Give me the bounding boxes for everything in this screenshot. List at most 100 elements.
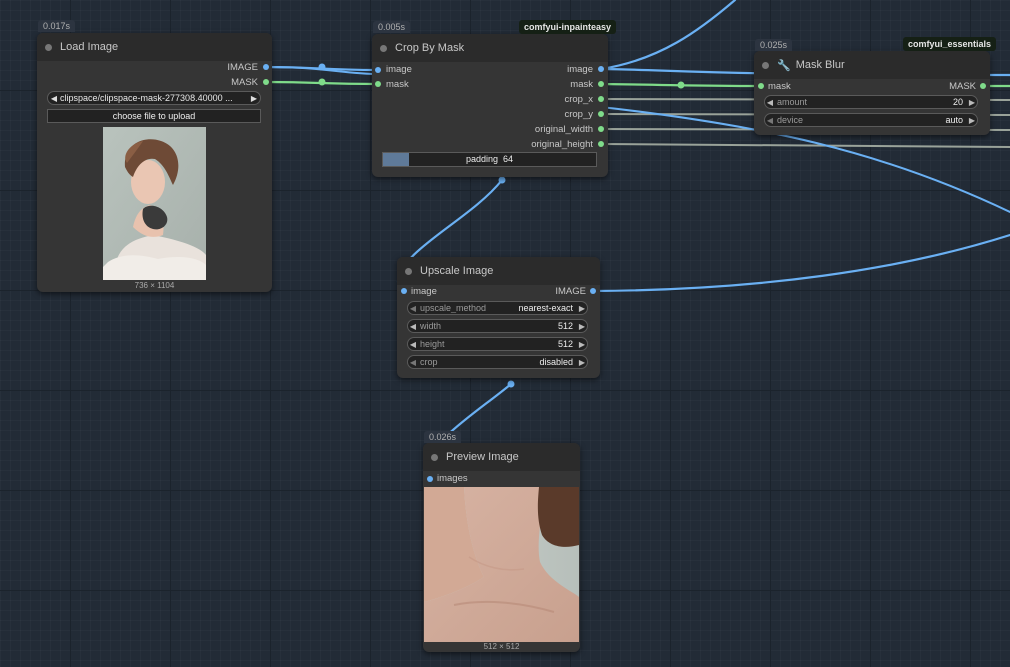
mask-blur-pack-badge: comfyui_essentials: [903, 37, 997, 51]
preview-header[interactable]: Preview Image: [423, 443, 580, 471]
input-mask-label: mask: [386, 79, 409, 90]
output-image-label: IMAGE: [555, 286, 586, 297]
crop-timing: 0.005s: [373, 21, 411, 33]
wire-crop-mask-to-blur: [599, 82, 761, 88]
decrement-arrow-icon[interactable]: ◀: [408, 340, 418, 349]
upload-button[interactable]: choose file to upload: [47, 109, 261, 123]
output-image-socket[interactable]: [263, 64, 269, 70]
amount-label: amount: [777, 97, 808, 107]
collapse-dot-icon[interactable]: [431, 453, 438, 461]
image-file-value: clipspace/clipspace-mask-277308.40000 ..…: [60, 93, 233, 103]
widget-label: width: [420, 321, 442, 331]
decrement-arrow-icon[interactable]: ◀: [408, 322, 418, 331]
increment-arrow-icon[interactable]: ▶: [967, 98, 977, 107]
device-label: device: [777, 115, 804, 125]
output-mask-socket[interactable]: [598, 81, 604, 87]
device-widget[interactable]: ◀ device auto ▶: [764, 113, 978, 127]
padding-slider[interactable]: padding 64: [382, 152, 597, 167]
output-original-width-label: original_width: [534, 124, 593, 135]
input-image-socket[interactable]: [401, 288, 407, 294]
output-original-height-label: original_height: [531, 139, 593, 150]
output-crop-x-label: crop_x: [564, 94, 593, 105]
preview-timing: 0.026s: [424, 431, 462, 443]
collapse-dot-icon[interactable]: [380, 44, 387, 52]
crop-pack-badge: comfyui-inpainteasy: [519, 20, 617, 34]
height-widget[interactable]: ◀ height 512 ▶: [407, 337, 588, 351]
wire-load-image-to-crop-image: [264, 65, 380, 72]
preview-image-node[interactable]: Preview Image images 512 × 512: [423, 443, 580, 652]
portrait-image: [103, 127, 206, 280]
next-arrow-icon[interactable]: ▶: [577, 358, 587, 367]
load-image-header[interactable]: Load Image: [37, 33, 272, 61]
widget-value: disabled: [539, 357, 573, 367]
amount-value: 20: [952, 97, 963, 107]
wire-original-height-out: [600, 143, 1010, 148]
wire-crop-image-out: [599, 0, 737, 71]
decrement-arrow-icon[interactable]: ◀: [765, 98, 775, 107]
preview-image-output: [424, 487, 579, 642]
output-original-width-socket[interactable]: [598, 126, 604, 132]
prev-arrow-icon[interactable]: ◀: [765, 116, 775, 125]
widget-value: nearest-exact: [518, 303, 573, 313]
padding-label: padding: [465, 154, 498, 164]
input-image-label: image: [411, 286, 437, 297]
widget-label: crop: [420, 357, 438, 367]
preview-dimensions: 512 × 512: [483, 642, 520, 651]
increment-arrow-icon[interactable]: ▶: [577, 322, 587, 331]
widget-label: height: [420, 339, 445, 349]
output-crop-x-socket[interactable]: [598, 96, 604, 102]
next-arrow-icon[interactable]: ▶: [967, 116, 977, 125]
output-image-socket[interactable]: [590, 288, 596, 294]
output-image-socket[interactable]: [598, 66, 604, 72]
output-mask-label: MASK: [231, 77, 258, 88]
input-image-socket[interactable]: [375, 67, 381, 73]
output-original-height-socket[interactable]: [598, 141, 604, 147]
cropped-neck-image: [424, 487, 579, 642]
prev-arrow-icon[interactable]: ◀: [48, 94, 60, 103]
node-title: Upscale Image: [420, 265, 494, 277]
input-mask-socket[interactable]: [375, 81, 381, 87]
node-title: Preview Image: [446, 451, 519, 463]
collapse-dot-icon[interactable]: [45, 43, 52, 51]
input-images-socket[interactable]: [427, 476, 433, 482]
wrench-icon: 🔧: [777, 59, 791, 72]
load-image-node[interactable]: Load Image IMAGE MASK ◀ clipspace/clipsp…: [37, 33, 272, 292]
upscale-header[interactable]: Upscale Image: [397, 257, 600, 285]
amount-widget[interactable]: ◀ amount 20 ▶: [764, 95, 978, 109]
collapse-dot-icon[interactable]: [405, 267, 412, 275]
upscale-image-node[interactable]: Upscale Image image IMAGE ◀ upscale_meth…: [397, 257, 600, 378]
crop-by-mask-node[interactable]: Crop By Mask image mask image mask crop_…: [372, 34, 608, 177]
input-mask-socket[interactable]: [758, 83, 764, 89]
wire-load-mask-to-crop-mask: [264, 80, 380, 86]
mask-blur-header[interactable]: 🔧 Mask Blur: [754, 51, 990, 79]
prev-arrow-icon[interactable]: ◀: [408, 358, 418, 367]
mask-blur-node[interactable]: 🔧 Mask Blur mask MASK ◀ amount 20 ▶ ◀ de…: [754, 51, 990, 135]
next-arrow-icon[interactable]: ▶: [577, 304, 587, 313]
next-arrow-icon[interactable]: ▶: [248, 94, 260, 103]
prev-arrow-icon[interactable]: ◀: [408, 304, 418, 313]
node-title: Mask Blur: [795, 59, 845, 71]
output-image-label: IMAGE: [227, 62, 258, 73]
input-mask-label: mask: [768, 81, 791, 92]
crop-widget[interactable]: ◀ crop disabled ▶: [407, 355, 588, 369]
collapse-dot-icon[interactable]: [762, 61, 769, 69]
image-file-select[interactable]: ◀ clipspace/clipspace-mask-277308.40000 …: [47, 91, 261, 105]
output-mask-socket[interactable]: [980, 83, 986, 89]
load-image-timing: 0.017s: [38, 20, 76, 32]
wire-upscale-image-out: [592, 233, 1010, 293]
width-widget[interactable]: ◀ width 512 ▶: [407, 319, 588, 333]
upscale-method-widget[interactable]: ◀ upscale_method nearest-exact ▶: [407, 301, 588, 315]
widget-label: upscale_method: [420, 303, 487, 313]
output-mask-label: MASK: [949, 81, 976, 92]
node-title: Crop By Mask: [395, 42, 465, 54]
wire-image-to-upscale: [265, 66, 381, 75]
output-mask-socket[interactable]: [263, 79, 269, 85]
output-crop-y-label: crop_y: [564, 109, 593, 120]
loaded-image-preview: [103, 127, 206, 280]
output-crop-y-socket[interactable]: [598, 111, 604, 117]
image-dimensions: 736 × 1104: [134, 281, 175, 290]
crop-header[interactable]: Crop By Mask: [372, 34, 608, 62]
increment-arrow-icon[interactable]: ▶: [577, 340, 587, 349]
padding-value: 64: [503, 154, 514, 164]
output-image-label: image: [567, 64, 593, 75]
